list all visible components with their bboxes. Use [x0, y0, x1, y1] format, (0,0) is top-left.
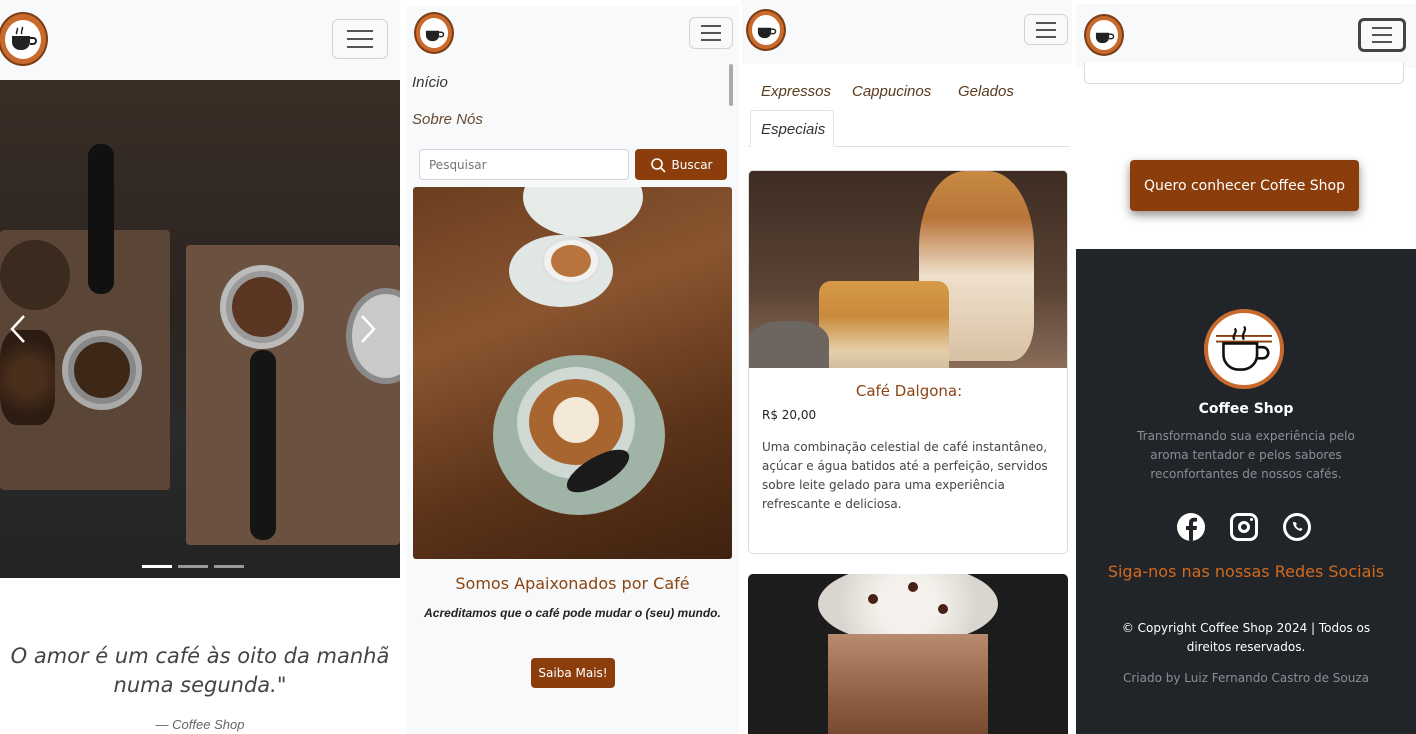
panel-products: Expressos Cappucinos Gelados Especiais C… [742, 0, 1072, 734]
tab-cappucinos[interactable]: Cappucinos [852, 83, 931, 100]
nav-item-inicio[interactable]: Início [412, 74, 448, 91]
whatsapp-icon[interactable] [1283, 513, 1311, 541]
coffee-cup-logo-icon[interactable] [746, 9, 786, 51]
hamburger-icon [1036, 21, 1056, 24]
navbar [0, 0, 400, 80]
coffee-cup-logo-icon [1204, 309, 1284, 389]
product-card: Café Dalgona: R$ 20,00 Uma combinação ce… [748, 170, 1068, 554]
search-button[interactable]: Buscar [635, 149, 727, 180]
hamburger-icon [1372, 27, 1392, 29]
carousel-indicator[interactable] [142, 565, 172, 568]
menu-toggle-button[interactable] [1024, 14, 1068, 45]
carousel-indicator[interactable] [178, 565, 208, 568]
tab-especiais-label: Especiais [761, 121, 826, 138]
hamburger-icon [701, 25, 721, 27]
product-title: Café Dalgona: [855, 382, 963, 400]
product-image [749, 171, 1067, 368]
about-subtitle: Acreditamos que o café pode mudar o (seu… [424, 606, 721, 620]
instagram-icon[interactable] [1230, 513, 1258, 541]
carousel-slide-image [0, 80, 400, 578]
carousel-indicator[interactable] [214, 565, 244, 568]
footer-tagline: Transformando sua experiência pelo aroma… [1137, 429, 1355, 481]
saiba-mais-button[interactable]: Saiba Mais! [531, 658, 615, 688]
tab-expressos[interactable]: Expressos [761, 83, 831, 100]
card-bottom-edge [1084, 62, 1404, 84]
panel-footer: Quero conhecer Coffee Shop Coffee Shop T… [1076, 0, 1416, 734]
quote-text: O amor é um café às oito da manhã numa s… [10, 644, 390, 697]
chevron-right-icon[interactable] [356, 312, 380, 346]
product-description: Uma combinação celestial de café instant… [762, 440, 1048, 511]
coffee-cup-logo-icon[interactable] [414, 12, 454, 54]
facebook-icon[interactable] [1177, 513, 1205, 541]
menu-toggle-button[interactable] [689, 17, 733, 49]
product-price: R$ 20,00 [762, 408, 817, 422]
navbar [1076, 4, 1416, 68]
quero-conhecer-button[interactable]: Quero conhecer Coffee Shop [1130, 160, 1359, 211]
copyright-text: © Copyright Coffee Shop 2024 | Todos os … [1121, 621, 1371, 654]
chevron-left-icon[interactable] [6, 312, 30, 346]
search-button-label: Buscar [671, 157, 713, 172]
hamburger-icon [347, 30, 373, 32]
product-image-2 [748, 574, 1068, 734]
menu-toggle-button[interactable] [332, 19, 388, 59]
menu-toggle-button[interactable] [1358, 18, 1406, 52]
panel-menu-about: Início Sobre Nós Buscar Somos Apaixonado… [406, 0, 739, 734]
navbar [742, 0, 1072, 64]
scrollbar[interactable] [729, 64, 733, 106]
tab-gelados[interactable]: Gelados [958, 83, 1014, 100]
search-input[interactable] [419, 149, 629, 180]
nav-item-sobre-nos[interactable]: Sobre Nós [412, 111, 483, 128]
footer: Coffee Shop Transformando sua experiênci… [1076, 249, 1416, 734]
carousel-indicators [142, 565, 244, 568]
credit-text: Criado by Luiz Fernando Castro de Souza [1122, 671, 1370, 685]
search-icon [650, 157, 666, 173]
coffee-cup-logo-icon[interactable] [0, 12, 48, 66]
about-image [413, 187, 732, 559]
quote-author: — Coffee Shop [155, 717, 245, 732]
coffee-cup-logo-icon[interactable] [1084, 14, 1124, 56]
navbar [406, 6, 739, 62]
about-title: Somos Apaixonados por Café [455, 574, 690, 593]
panel-home-carousel: O amor é um café às oito da manhã numa s… [0, 0, 400, 734]
footer-brand: Coffee Shop [1198, 401, 1294, 417]
social-heading: Siga-nos nas nossas Redes Sociais [1107, 562, 1385, 581]
tab-especiais[interactable]: Especiais [750, 110, 834, 147]
